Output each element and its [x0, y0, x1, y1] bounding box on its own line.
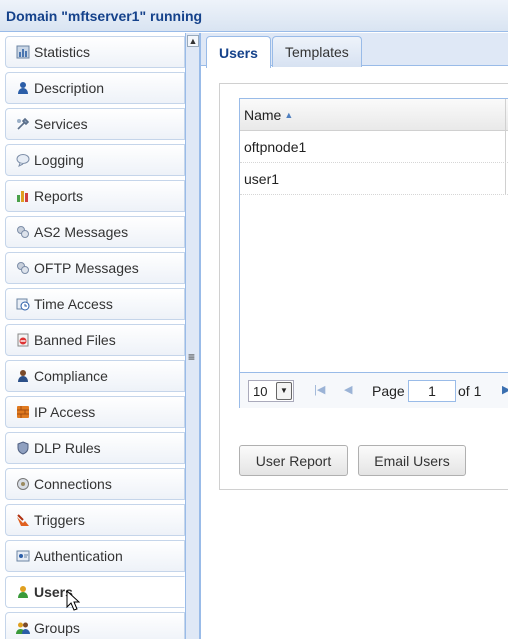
logging-icon	[16, 153, 30, 167]
prev-page-icon[interactable]: ◀	[344, 383, 352, 396]
sidebar-item-groups[interactable]: Groups	[5, 612, 185, 639]
page-size-value: 10	[253, 384, 268, 399]
user-report-button[interactable]: User Report	[239, 445, 348, 476]
sidebar-item-time-access[interactable]: Time Access	[5, 288, 185, 320]
page-label: Page	[372, 383, 405, 399]
sidebar-item-label: Logging	[34, 152, 84, 168]
sidebar-item-logging[interactable]: Logging	[5, 144, 185, 176]
sidebar-item-banned-files[interactable]: Banned Files	[5, 324, 185, 356]
sidebar-item-label: Services	[34, 116, 88, 132]
sidebar-item-label: Banned Files	[34, 332, 116, 348]
splitter-grip-icon[interactable]: ≡	[188, 351, 195, 363]
triggers-icon	[16, 513, 30, 527]
sidebar-item-ip-access[interactable]: IP Access	[5, 396, 185, 428]
sidebar-item-as2-messages[interactable]: AS2 Messages	[5, 216, 185, 248]
sidebar-item-label: Time Access	[34, 296, 113, 312]
sidebar-item-label: Statistics	[34, 44, 91, 60]
banned-files-icon	[16, 333, 30, 347]
sidebar-item-triggers[interactable]: Triggers	[5, 504, 185, 536]
sidebar-item-label: Connections	[34, 476, 112, 492]
sidebar-item-reports[interactable]: Reports	[5, 180, 185, 212]
first-page-icon[interactable]: |◀	[314, 383, 325, 396]
sidebar-item-users[interactable]: Users	[5, 576, 185, 608]
tab-strip: Users Templates	[201, 33, 508, 68]
email-users-button[interactable]: Email Users	[358, 445, 466, 476]
connections-icon	[16, 477, 30, 491]
pagination-bar: 10 ▼ |◀ ◀ Page 1 of 1 ▶	[240, 372, 508, 408]
statistics-icon	[16, 45, 30, 59]
groups-icon	[16, 621, 30, 635]
sidebar-item-oftp-messages[interactable]: OFTP Messages	[5, 252, 185, 284]
sidebar-item-label: DLP Rules	[34, 440, 101, 456]
sidebar-item-statistics[interactable]: Statistics	[5, 36, 185, 68]
sidebar-item-compliance[interactable]: Compliance	[5, 360, 185, 392]
as2-messages-icon	[16, 225, 30, 239]
users-grid: Name ▲ oftpnode1 user1 10 ▼ |◀ ◀ Page 1 o…	[239, 98, 508, 408]
sidebar-item-connections[interactable]: Connections	[5, 468, 185, 500]
sidebar-splitter[interactable]: ▲ ≡	[185, 33, 200, 639]
tab-templates[interactable]: Templates	[272, 36, 362, 67]
sidebar-item-label: OFTP Messages	[34, 260, 139, 276]
sidebar-item-label: AS2 Messages	[34, 224, 129, 240]
column-header-label: Name	[244, 107, 282, 123]
sidebar-item-services[interactable]: Services	[5, 108, 185, 140]
mouse-pointer-icon	[66, 590, 80, 611]
ip-access-icon	[16, 405, 30, 419]
column-header-name[interactable]: Name ▲	[240, 99, 508, 131]
window-title: Domain "mftserver1" running	[0, 0, 508, 32]
sidebar-nav: Statistics Description Services Logging …	[0, 33, 186, 639]
table-row[interactable]: oftpnode1	[240, 131, 508, 163]
sidebar-item-label: Compliance	[34, 368, 108, 384]
dlp-rules-icon	[16, 441, 30, 455]
next-page-icon[interactable]: ▶	[502, 383, 508, 396]
time-access-icon	[16, 297, 30, 311]
oftp-messages-icon	[16, 261, 30, 275]
current-page-input[interactable]: 1	[408, 380, 456, 402]
page-size-select[interactable]: 10 ▼	[248, 380, 294, 402]
table-row[interactable]: user1	[240, 163, 508, 195]
sidebar-item-label: Reports	[34, 188, 84, 204]
chevron-down-icon[interactable]: ▼	[276, 382, 292, 400]
sidebar-item-label: Groups	[34, 620, 80, 636]
services-icon	[16, 117, 30, 131]
sidebar-item-label: IP Access	[34, 404, 96, 420]
sidebar-item-dlp-rules[interactable]: DLP Rules	[5, 432, 185, 464]
main-panel: Users Templates Name ▲ oftpnode1 user1 10…	[200, 33, 508, 639]
reports-icon	[16, 189, 30, 203]
tab-users[interactable]: Users	[206, 36, 271, 68]
person-icon	[16, 81, 30, 95]
scroll-up-icon[interactable]: ▲	[187, 35, 199, 47]
sort-ascending-icon: ▲	[284, 110, 294, 120]
page-count-label: of 1	[458, 383, 482, 399]
compliance-icon	[16, 369, 30, 383]
users-icon	[16, 585, 30, 599]
users-panel: Name ▲ oftpnode1 user1 10 ▼ |◀ ◀ Page 1 o…	[219, 83, 508, 490]
sidebar-item-label: Description	[34, 80, 105, 96]
authentication-icon	[16, 549, 30, 563]
sidebar-item-description[interactable]: Description	[5, 72, 185, 104]
sidebar-item-authentication[interactable]: Authentication	[5, 540, 185, 572]
sidebar-item-label: Authentication	[34, 548, 123, 564]
sidebar-item-label: Triggers	[34, 512, 85, 528]
